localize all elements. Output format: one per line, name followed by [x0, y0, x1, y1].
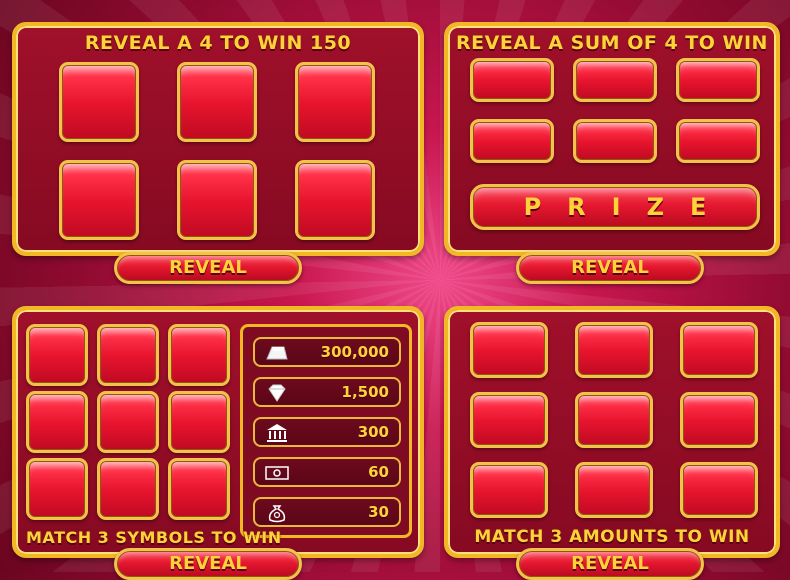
- panel-footer: MATCH 3 SYMBOLS TO WIN: [26, 528, 282, 547]
- panel-reveal-four: REVEAL A 4 TO WIN 150: [12, 22, 424, 256]
- scratch-tile[interactable]: [295, 160, 375, 240]
- panel-match-amounts: MATCH 3 AMOUNTS TO WIN: [444, 306, 780, 558]
- scratch-tile[interactable]: [26, 324, 88, 386]
- scratch-tile[interactable]: [59, 62, 139, 142]
- scratch-tile[interactable]: [573, 58, 657, 102]
- scratch-tile[interactable]: [168, 324, 230, 386]
- reveal-button[interactable]: REVEAL: [516, 252, 704, 284]
- paytable-amount: 300,000: [320, 343, 389, 361]
- scratch-tile[interactable]: [177, 62, 257, 142]
- paytable-amount: 1,500: [341, 383, 389, 401]
- reveal-button[interactable]: REVEAL: [114, 252, 302, 284]
- scratch-tile[interactable]: [97, 458, 159, 520]
- paytable-amount: 30: [368, 503, 389, 521]
- scratch-tile[interactable]: [97, 324, 159, 386]
- reveal-button[interactable]: REVEAL: [516, 548, 704, 580]
- scratch-tile[interactable]: [295, 62, 375, 142]
- scratch-tile[interactable]: [470, 392, 548, 448]
- panel-footer: MATCH 3 AMOUNTS TO WIN: [474, 527, 750, 547]
- scratch-tile[interactable]: [168, 458, 230, 520]
- gold-bar-icon: [266, 346, 288, 360]
- scratch-tile[interactable]: [680, 322, 758, 378]
- scratch-tile[interactable]: [470, 119, 554, 163]
- paytable-row: 300: [253, 417, 401, 447]
- panel-sum-four: REVEAL A SUM OF 4 TO WIN PRIZE: [444, 22, 780, 256]
- panel-match-symbols: 300,000 1,500 300 60 30 MATCH 3 SYMBOLS …: [12, 306, 424, 558]
- paytable-row: 60: [253, 457, 401, 487]
- panel-title: REVEAL A 4 TO WIN 150: [84, 32, 352, 54]
- scratch-tile[interactable]: [470, 322, 548, 378]
- diamond-icon: [268, 384, 286, 402]
- banknote-icon: [265, 466, 289, 480]
- scratch-tile[interactable]: [680, 462, 758, 518]
- scratch-tile[interactable]: [680, 392, 758, 448]
- reveal-button[interactable]: REVEAL: [114, 548, 302, 580]
- scratch-tile[interactable]: [676, 119, 760, 163]
- paytable-row: 300,000: [253, 337, 401, 367]
- scratch-tile[interactable]: [177, 160, 257, 240]
- paytable: 300,000 1,500 300 60 30: [240, 324, 412, 538]
- scratch-tile[interactable]: [575, 392, 653, 448]
- bank-icon: [267, 424, 287, 442]
- money-bag-icon: [268, 505, 286, 523]
- scratch-tile[interactable]: [470, 58, 554, 102]
- scratch-tile[interactable]: [97, 391, 159, 453]
- scratch-tile[interactable]: [26, 391, 88, 453]
- prize-tile[interactable]: PRIZE: [470, 184, 760, 230]
- scratch-tile[interactable]: [575, 322, 653, 378]
- scratch-tile[interactable]: [676, 58, 760, 102]
- panel-title: REVEAL A SUM OF 4 TO WIN: [456, 32, 768, 54]
- scratch-tile[interactable]: [470, 462, 548, 518]
- paytable-amount: 60: [368, 463, 389, 481]
- paytable-row: 30: [253, 497, 401, 527]
- paytable-amount: 300: [357, 423, 389, 441]
- scratch-tile[interactable]: [26, 458, 88, 520]
- scratch-tile[interactable]: [575, 462, 653, 518]
- scratch-tile[interactable]: [168, 391, 230, 453]
- paytable-row: 1,500: [253, 377, 401, 407]
- scratch-tile[interactable]: [573, 119, 657, 163]
- scratch-tile[interactable]: [59, 160, 139, 240]
